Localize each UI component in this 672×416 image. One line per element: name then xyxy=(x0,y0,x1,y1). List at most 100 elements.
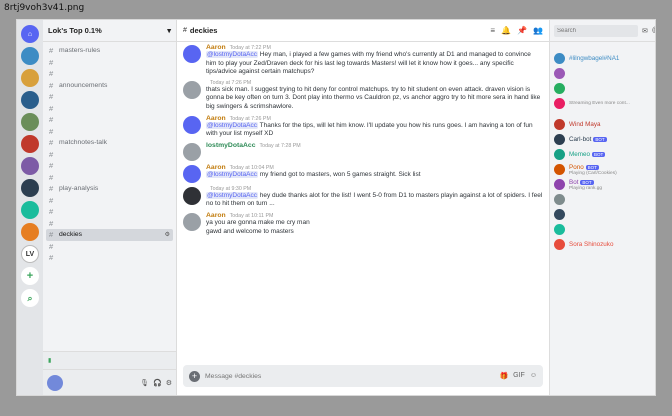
member-status: Playing (Carl/Cookies) xyxy=(569,170,617,176)
at-mention-icon[interactable]: @ xyxy=(652,27,655,34)
channel-item[interactable]: # xyxy=(46,160,173,172)
member-info: #lilngwbagel#NA1 xyxy=(569,55,619,62)
message-author[interactable]: Aaron xyxy=(206,212,226,219)
hash-icon: # xyxy=(49,195,54,205)
avatar[interactable] xyxy=(183,80,201,99)
hash-icon: # xyxy=(49,184,54,194)
member-item[interactable] xyxy=(554,192,653,207)
message-author[interactable]: Aaron xyxy=(206,164,226,171)
channel-item[interactable]: # xyxy=(46,126,173,138)
member-item[interactable] xyxy=(554,81,653,96)
channel-item[interactable]: # masters-rules xyxy=(46,45,173,57)
members-icon[interactable]: 👥 xyxy=(533,26,543,35)
member-item[interactable]: Streaming Even more cont... xyxy=(554,96,653,111)
channel-item[interactable]: # xyxy=(46,252,173,264)
channel-name: announcements xyxy=(59,81,108,89)
member-item[interactable] xyxy=(554,222,653,237)
mention-tag[interactable]: @lostmyDotaAcc xyxy=(206,121,258,129)
gift-icon[interactable]: 🎁 xyxy=(499,372,508,380)
channel-item[interactable]: # xyxy=(46,103,173,115)
channel-item[interactable]: # xyxy=(46,195,173,207)
channel-item[interactable]: # play-analysis xyxy=(46,183,173,195)
message-author[interactable]: Aaron xyxy=(206,44,226,51)
server-icon[interactable] xyxy=(21,113,39,131)
server-icon[interactable] xyxy=(21,135,39,153)
gif-icon[interactable]: GIF xyxy=(513,372,525,380)
message-author[interactable]: Aaron xyxy=(206,115,226,122)
server-icon[interactable] xyxy=(21,157,39,175)
bot-badge: BOT xyxy=(580,179,594,185)
avatar[interactable] xyxy=(183,142,201,161)
channel-item[interactable]: # xyxy=(46,68,173,80)
server-icon[interactable]: LV xyxy=(21,245,39,263)
avatar[interactable] xyxy=(183,186,201,205)
channel-item[interactable]: # xyxy=(46,91,173,103)
search-input[interactable] xyxy=(554,24,638,37)
gear-icon[interactable]: ⚙ xyxy=(166,379,172,387)
message-author[interactable]: lostmyDotaAcc xyxy=(206,142,255,149)
server-icon[interactable] xyxy=(21,179,39,197)
message-input[interactable] xyxy=(205,372,495,380)
message-list[interactable]: Aaron Today at 7:22 PM @lostmyDotaAcc Hey … xyxy=(177,42,549,347)
message-header: Aaron Today at 10:04 PM xyxy=(206,164,543,171)
channel-item[interactable]: # xyxy=(46,172,173,184)
add-server-icon[interactable]: + xyxy=(21,267,39,285)
member-item[interactable] xyxy=(554,207,653,222)
threads-icon[interactable]: ≡ xyxy=(490,26,495,35)
pin-icon[interactable]: 📌 xyxy=(517,26,527,35)
channel-item[interactable]: # announcements xyxy=(46,80,173,92)
attach-plus-icon[interactable]: + xyxy=(189,370,200,382)
server-icon[interactable] xyxy=(21,223,39,241)
member-item[interactable] xyxy=(554,66,653,81)
avatar[interactable] xyxy=(183,212,201,231)
avatar[interactable] xyxy=(47,374,63,391)
member-item[interactable]: #lilngwbagel#NA1 xyxy=(554,51,653,66)
message-text: @lostmyDotaAcc my friend got to masters,… xyxy=(206,170,421,178)
inbox-icon[interactable]: ✉ xyxy=(642,27,648,35)
channel-item[interactable]: # deckies ⚙ xyxy=(46,229,173,241)
server-label: ⌂ xyxy=(27,30,33,38)
discord-home-icon[interactable]: ⌂ xyxy=(21,25,39,43)
channel-item[interactable]: # xyxy=(46,218,173,230)
member-item[interactable]: Carl-bot BOT xyxy=(554,132,653,147)
microphone-icon[interactable]: 🎙 xyxy=(140,379,149,387)
member-item[interactable]: Pono BOT Playing (Carl/Cookies) xyxy=(554,162,653,177)
explore-servers-icon[interactable]: ⌕ xyxy=(21,289,39,307)
bell-icon[interactable]: 🔔 xyxy=(501,26,511,35)
hash-icon: # xyxy=(49,138,54,148)
emoji-icon[interactable]: ☺ xyxy=(530,372,537,380)
server-icon[interactable] xyxy=(21,47,39,65)
message: Today at 9:30 PM @lostmyDotaAcc hey dude … xyxy=(183,186,543,209)
hash-icon: # xyxy=(49,115,54,125)
channel-item[interactable]: # xyxy=(46,206,173,218)
member-item[interactable]: Wind Maya xyxy=(554,117,653,132)
add-member-icon[interactable]: ⚙ xyxy=(165,231,170,238)
avatar[interactable] xyxy=(183,115,201,134)
mention-tag[interactable]: @lostmyDotaAcc xyxy=(206,191,258,199)
member-item[interactable]: Sora Shinozuko xyxy=(554,237,653,252)
avatar xyxy=(554,68,565,79)
server-icon[interactable] xyxy=(21,201,39,219)
avatar[interactable] xyxy=(183,164,201,183)
channel-item[interactable]: # matchnotes-talk xyxy=(46,137,173,149)
mention-tag[interactable]: @lostmyDotaAcc xyxy=(206,51,258,58)
mention-tag[interactable]: @lostmyDotaAcc xyxy=(206,170,258,178)
channel-item[interactable]: # xyxy=(46,149,173,161)
server-label: ⌕ xyxy=(27,292,33,303)
channel-item[interactable]: # xyxy=(46,114,173,126)
member-info: Sora Shinozuko xyxy=(569,241,613,248)
headphones-icon[interactable]: 🎧 xyxy=(153,379,162,387)
channel-item[interactable]: # xyxy=(46,241,173,253)
chevron-down-icon[interactable]: ▾ xyxy=(167,26,171,35)
member-item[interactable]: Memeo BOT xyxy=(554,147,653,162)
hash-icon: # xyxy=(183,27,187,34)
avatar[interactable] xyxy=(183,45,201,63)
member-item[interactable]: Bot BOT Playing rank.gg xyxy=(554,177,653,192)
server-header[interactable]: Lok's Top 0.1% ▾ xyxy=(43,20,176,42)
message-header: Aaron Today at 10:11 PM xyxy=(206,212,543,219)
server-icon[interactable] xyxy=(21,69,39,87)
channel-item[interactable]: # xyxy=(46,57,173,69)
server-icon[interactable] xyxy=(21,91,39,109)
message: Aaron Today at 7:26 PM @lostmyDotaAcc Than… xyxy=(183,115,543,139)
hash-icon: # xyxy=(49,46,54,56)
